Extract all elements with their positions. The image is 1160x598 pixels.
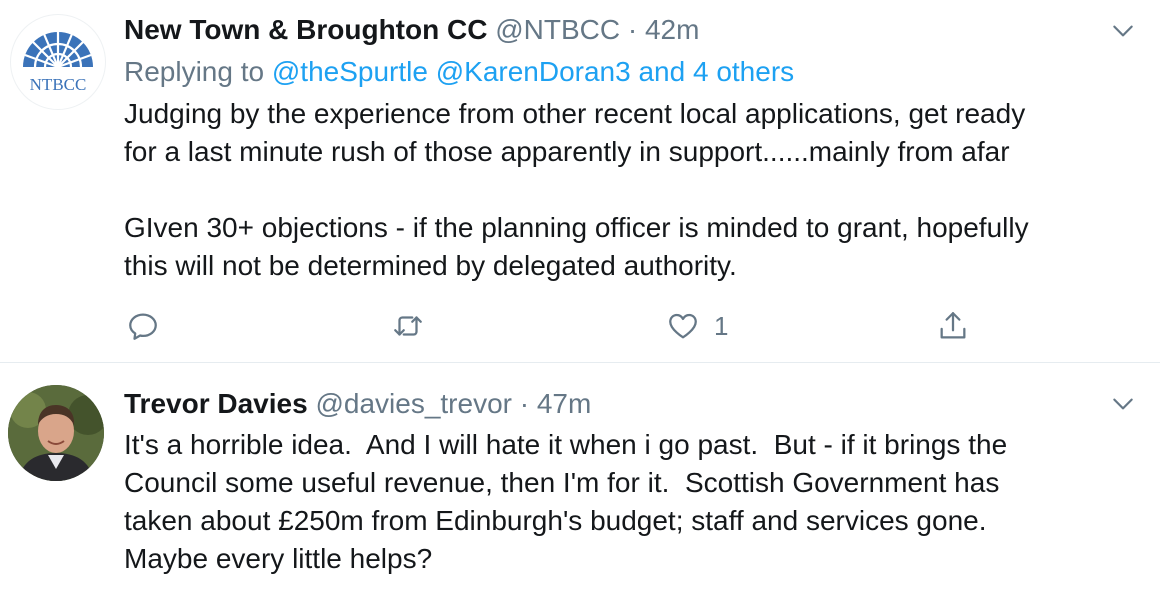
tweet-text: It's a horrible idea. And I will hate it… (124, 429, 1008, 574)
author-name[interactable]: New Town & Broughton CC (124, 14, 487, 45)
reply-icon (129, 313, 157, 340)
tweet-header: New Town & Broughton CC @NTBCC · 42m (124, 12, 699, 48)
tweet-ntbcc[interactable]: NTBCC New Town & Broughton CC @NTBCC · 4… (0, 0, 1160, 363)
author-handle[interactable]: @davies_trevor (315, 388, 512, 419)
separator-dot: · (627, 14, 638, 45)
tweet-timestamp[interactable]: 42m (645, 14, 699, 45)
ntbcc-logo: NTBCC (23, 32, 93, 94)
author-name[interactable]: Trevor Davies (124, 388, 308, 419)
like-button[interactable]: 1 (666, 306, 728, 346)
like-count: 1 (714, 310, 729, 341)
retweet-button[interactable] (391, 306, 425, 346)
chevron-down-icon[interactable] (1110, 18, 1136, 44)
separator-dot: · (519, 388, 530, 419)
trevor-davies-avatar[interactable] (8, 385, 104, 481)
tweet-header: Trevor Davies @davies_trevor · 47m (124, 386, 591, 422)
tweet-actions: 1 (0, 306, 1160, 346)
reply-button[interactable] (126, 306, 160, 346)
replying-to-line: Replying to @theSpurtle @KarenDoran3 and… (124, 54, 794, 90)
like-icon (669, 313, 697, 339)
tweet-text: Judging by the experience from other rec… (124, 98, 1029, 281)
tweet-timestamp[interactable]: 47m (537, 388, 591, 419)
share-button[interactable] (936, 306, 970, 346)
retweet-icon (394, 316, 422, 336)
chevron-down-icon[interactable] (1110, 391, 1136, 417)
profile-photo (8, 385, 104, 481)
share-icon (940, 312, 966, 339)
ntbcc-avatar[interactable]: NTBCC (10, 14, 106, 110)
author-handle[interactable]: @NTBCC (495, 14, 620, 45)
replying-to-link[interactable]: @theSpurtle @KarenDoran3 and 4 others (272, 56, 794, 87)
ntbcc-logo-text: NTBCC (30, 75, 87, 94)
replying-to-label: Replying to (124, 56, 265, 87)
tweet-trevor-davies[interactable]: Trevor Davies @davies_trevor · 47m It's … (0, 363, 1160, 598)
